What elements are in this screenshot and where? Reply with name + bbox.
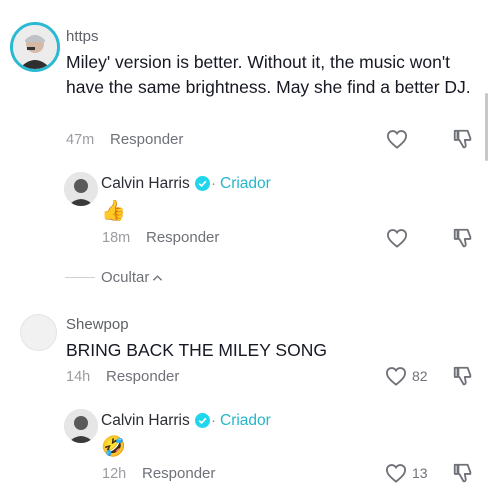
- user-avatar-icon: [64, 172, 98, 206]
- thumb-down-icon: [453, 463, 472, 483]
- like-button[interactable]: 82: [385, 366, 428, 386]
- heart-outline-icon: [386, 130, 408, 149]
- heart-outline-icon: [385, 464, 407, 483]
- dislike-button[interactable]: [452, 365, 474, 387]
- verified-check-icon: [195, 176, 210, 191]
- dislike-button[interactable]: [452, 227, 474, 249]
- creator-label: Criador: [220, 175, 271, 192]
- reply-button[interactable]: Responder: [110, 131, 183, 148]
- creator-label: Criador: [220, 412, 271, 429]
- comment-avatar[interactable]: [20, 314, 57, 351]
- separator-dot: ·: [211, 412, 216, 429]
- reply-time: 12h: [102, 466, 127, 482]
- comment-avatar[interactable]: [10, 22, 60, 72]
- thumb-down-icon: [453, 366, 472, 386]
- like-button[interactable]: [386, 228, 408, 248]
- thumb-down-icon: [453, 228, 472, 248]
- verified-badge: [195, 413, 210, 428]
- dislike-button[interactable]: [452, 462, 474, 484]
- comment-time: 14h: [66, 369, 91, 385]
- dislike-button[interactable]: [452, 128, 474, 150]
- like-count: 82: [412, 368, 428, 384]
- comment-text: Miley' version is better. Without it, th…: [66, 52, 471, 97]
- heart-outline-icon: [386, 229, 408, 248]
- heart-outline-icon: [385, 367, 407, 386]
- comment-time: 47m: [66, 132, 95, 148]
- reply-username[interactable]: Calvin Harris: [101, 175, 190, 193]
- like-count: 13: [412, 465, 428, 481]
- separator-dot: ·: [211, 175, 216, 192]
- reply-button[interactable]: Responder: [142, 465, 215, 482]
- reply-username[interactable]: Calvin Harris: [101, 412, 190, 430]
- hide-label: Ocultar: [101, 269, 150, 286]
- comment-username[interactable]: Shewpop: [66, 316, 129, 333]
- reply-avatar[interactable]: [64, 409, 98, 443]
- reply-button[interactable]: Responder: [146, 229, 219, 246]
- verified-badge: [195, 176, 210, 191]
- comment-text: BRING BACK THE MILEY SONG: [66, 340, 327, 360]
- hide-replies-button[interactable]: Ocultar: [101, 269, 163, 286]
- reply-time: 18m: [102, 230, 131, 246]
- user-avatar-icon: [64, 409, 98, 443]
- reply-emoji: 👍: [101, 200, 126, 222]
- reply-button[interactable]: Responder: [106, 368, 179, 385]
- reply-emoji: 🤣: [101, 436, 126, 458]
- chevron-up-icon: [153, 274, 163, 281]
- user-avatar-icon: [13, 25, 57, 69]
- scrollbar[interactable]: [485, 93, 488, 161]
- like-button[interactable]: 13: [385, 463, 428, 483]
- like-button[interactable]: [386, 129, 408, 149]
- verified-check-icon: [195, 413, 210, 428]
- hide-divider: [65, 277, 95, 278]
- comment-username[interactable]: https: [66, 28, 99, 45]
- reply-avatar[interactable]: [64, 172, 98, 206]
- thumb-down-icon: [453, 129, 472, 149]
